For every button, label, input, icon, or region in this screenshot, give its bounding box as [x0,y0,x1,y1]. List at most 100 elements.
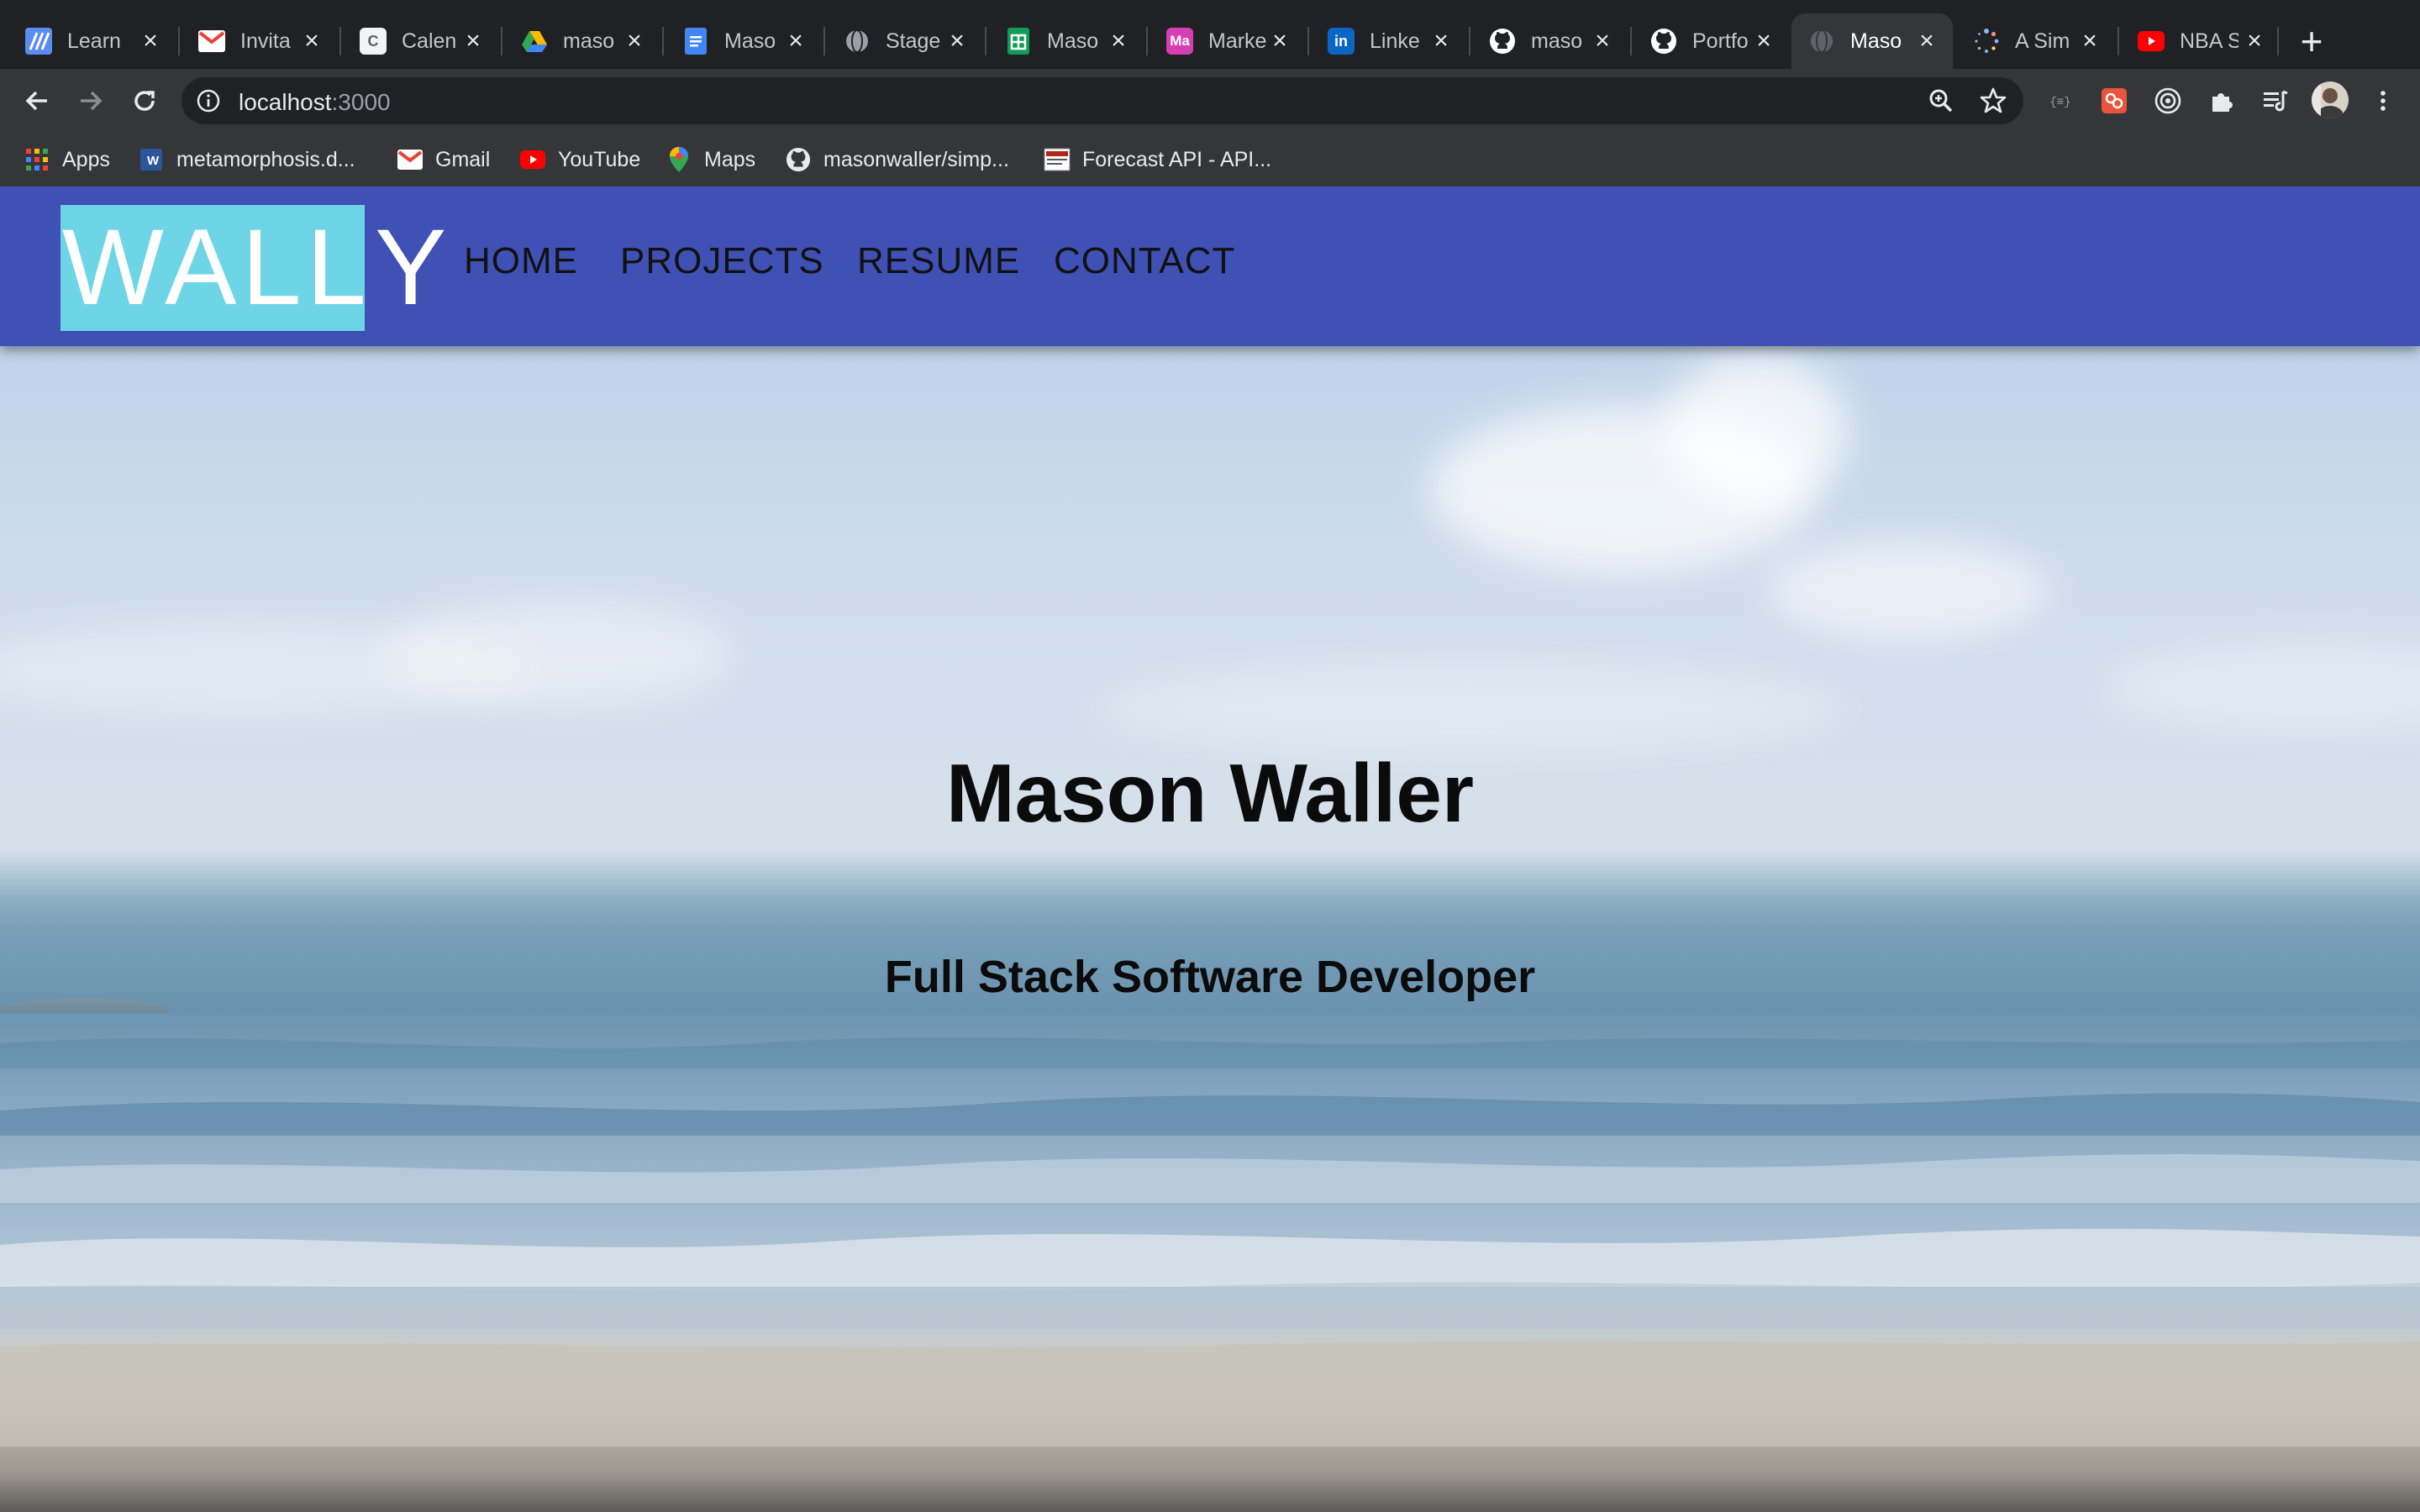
tab-stage[interactable]: Stage × [827,13,983,69]
bookmark-label: YouTube [558,147,641,171]
tab-label: Stage [886,29,941,53]
sea-waves [0,1037,2420,1446]
close-icon[interactable]: × [299,27,324,55]
site-info-icon[interactable] [195,87,222,114]
cloud [1765,539,2050,640]
tab-drive[interactable]: maso × [504,13,660,69]
tab-separator [985,27,986,55]
tab-github-portfolio[interactable]: Portfo × [1634,13,1790,69]
bookmark-metamorphosis[interactable]: W metamorphosis.d... [138,143,355,176]
close-icon[interactable]: × [1914,27,1939,55]
browser-menu-icon[interactable] [2366,84,2400,118]
bookmark-youtube[interactable]: YouTube [519,143,640,176]
back-button[interactable] [17,81,57,121]
bookmark-gmail[interactable]: Gmail [397,143,490,176]
tab-label: Marke [1208,29,1267,53]
calendar-icon: C [360,28,387,55]
bookmark-label: Maps [704,147,756,171]
gmail-icon [198,28,225,55]
tab-label: maso [563,29,615,53]
tab-label: A Sim [2015,29,2070,53]
tab-learn[interactable]: Learn × [8,13,176,69]
tab-separator [2277,27,2279,55]
nav-contact-link[interactable]: CONTACT [1054,240,1235,282]
forecast-icon [1044,146,1071,173]
cloud [1664,354,1849,506]
ma-icon: Ma [1166,28,1193,55]
tab-label: Invita [240,29,291,53]
tab-github-mason[interactable]: maso × [1472,13,1628,69]
github-icon [1650,28,1677,55]
url-text[interactable]: localhost:3000 [239,89,391,116]
close-icon[interactable]: × [622,27,647,55]
new-tab-button[interactable]: + [2291,19,2333,63]
gmail-icon [397,146,424,173]
site-logo[interactable]: WALL Y [60,205,451,331]
svg-text:{≡}: {≡} [2049,96,2070,109]
close-icon[interactable]: × [783,27,808,55]
forward-button[interactable] [71,81,111,121]
bookmark-forecast-api[interactable]: Forecast API - API... [1044,143,1271,176]
bookmark-github-simp[interactable]: masonwaller/simp... [785,143,1009,176]
extension-red-icon[interactable] [2097,84,2131,118]
bookmark-label: Gmail [435,147,491,171]
tab-separator [501,27,502,55]
url-host: localhost [239,89,332,115]
tab-marketing[interactable]: Ma Marke × [1150,13,1306,69]
close-icon[interactable]: × [1590,27,1615,55]
tab-sheets[interactable]: Maso × [988,13,1144,69]
tab-docs[interactable]: Maso × [666,13,822,69]
logo-boxed-text: WALL [60,205,365,331]
bookmark-star-icon[interactable] [1978,86,2008,116]
tab-separator [823,27,825,55]
tab-label: Maso [1850,29,1902,53]
close-icon[interactable]: × [2242,27,2267,55]
tab-separator [339,27,341,55]
bookmark-apps[interactable]: Apps [24,143,110,176]
hero-title: Mason Waller [945,747,1475,839]
profile-avatar[interactable] [2311,81,2349,119]
nav-home-link[interactable]: HOME [464,240,578,282]
close-icon[interactable]: × [1106,27,1131,55]
tab-calendar[interactable]: C Calen × [343,13,499,69]
media-queue-icon[interactable] [2259,84,2292,118]
tab-label: Linke [1370,29,1420,53]
bookmark-label: metamorphosis.d... [176,147,355,171]
tab-separator [1146,27,1148,55]
extension-json-icon[interactable]: {≡} [2044,84,2077,118]
tab-a-simple[interactable]: A Sim × [1956,13,2116,69]
close-icon[interactable]: × [1267,27,1292,55]
tab-linkedin[interactable]: in Linke × [1311,13,1467,69]
extensions-puzzle-icon[interactable] [2205,84,2238,118]
close-icon[interactable]: × [944,27,970,55]
learn-icon [25,28,52,55]
tab-mason-active[interactable]: Maso × [1791,13,1953,69]
close-icon[interactable]: × [1751,27,1776,55]
extension-target-icon[interactable] [2151,84,2185,118]
nav-projects-link[interactable]: PROJECTS [620,240,824,282]
close-icon[interactable]: × [138,27,163,55]
site-navbar: WALL Y HOME PROJECTS RESUME CONTACT [0,186,2420,346]
cloud [0,623,538,716]
tab-invitation[interactable]: Invita × [182,13,338,69]
tab-separator [1630,27,1632,55]
close-icon[interactable]: × [2077,27,2102,55]
tab-nba[interactable]: NBA S × [2121,13,2281,69]
bookmark-label: Apps [62,147,110,171]
close-icon[interactable]: × [460,27,486,55]
bookmark-maps[interactable]: Maps [666,143,755,176]
tab-separator [1469,27,1470,55]
back-arrow-icon [25,91,47,111]
spinner-icon [1973,28,2000,55]
close-icon[interactable]: × [1428,27,1454,55]
globe-icon [1808,28,1835,55]
zoom-icon[interactable] [1926,86,1956,116]
reload-button[interactable] [124,81,165,121]
tab-label: Maso [1047,29,1099,53]
nav-resume-link[interactable]: RESUME [857,240,1020,282]
google-docs-icon [682,28,709,55]
google-sheets-icon [1005,28,1032,55]
tab-label: NBA S [2180,29,2238,53]
address-bar[interactable]: localhost:3000 [182,77,2023,124]
bookmark-label: masonwaller/simp... [823,147,1009,171]
